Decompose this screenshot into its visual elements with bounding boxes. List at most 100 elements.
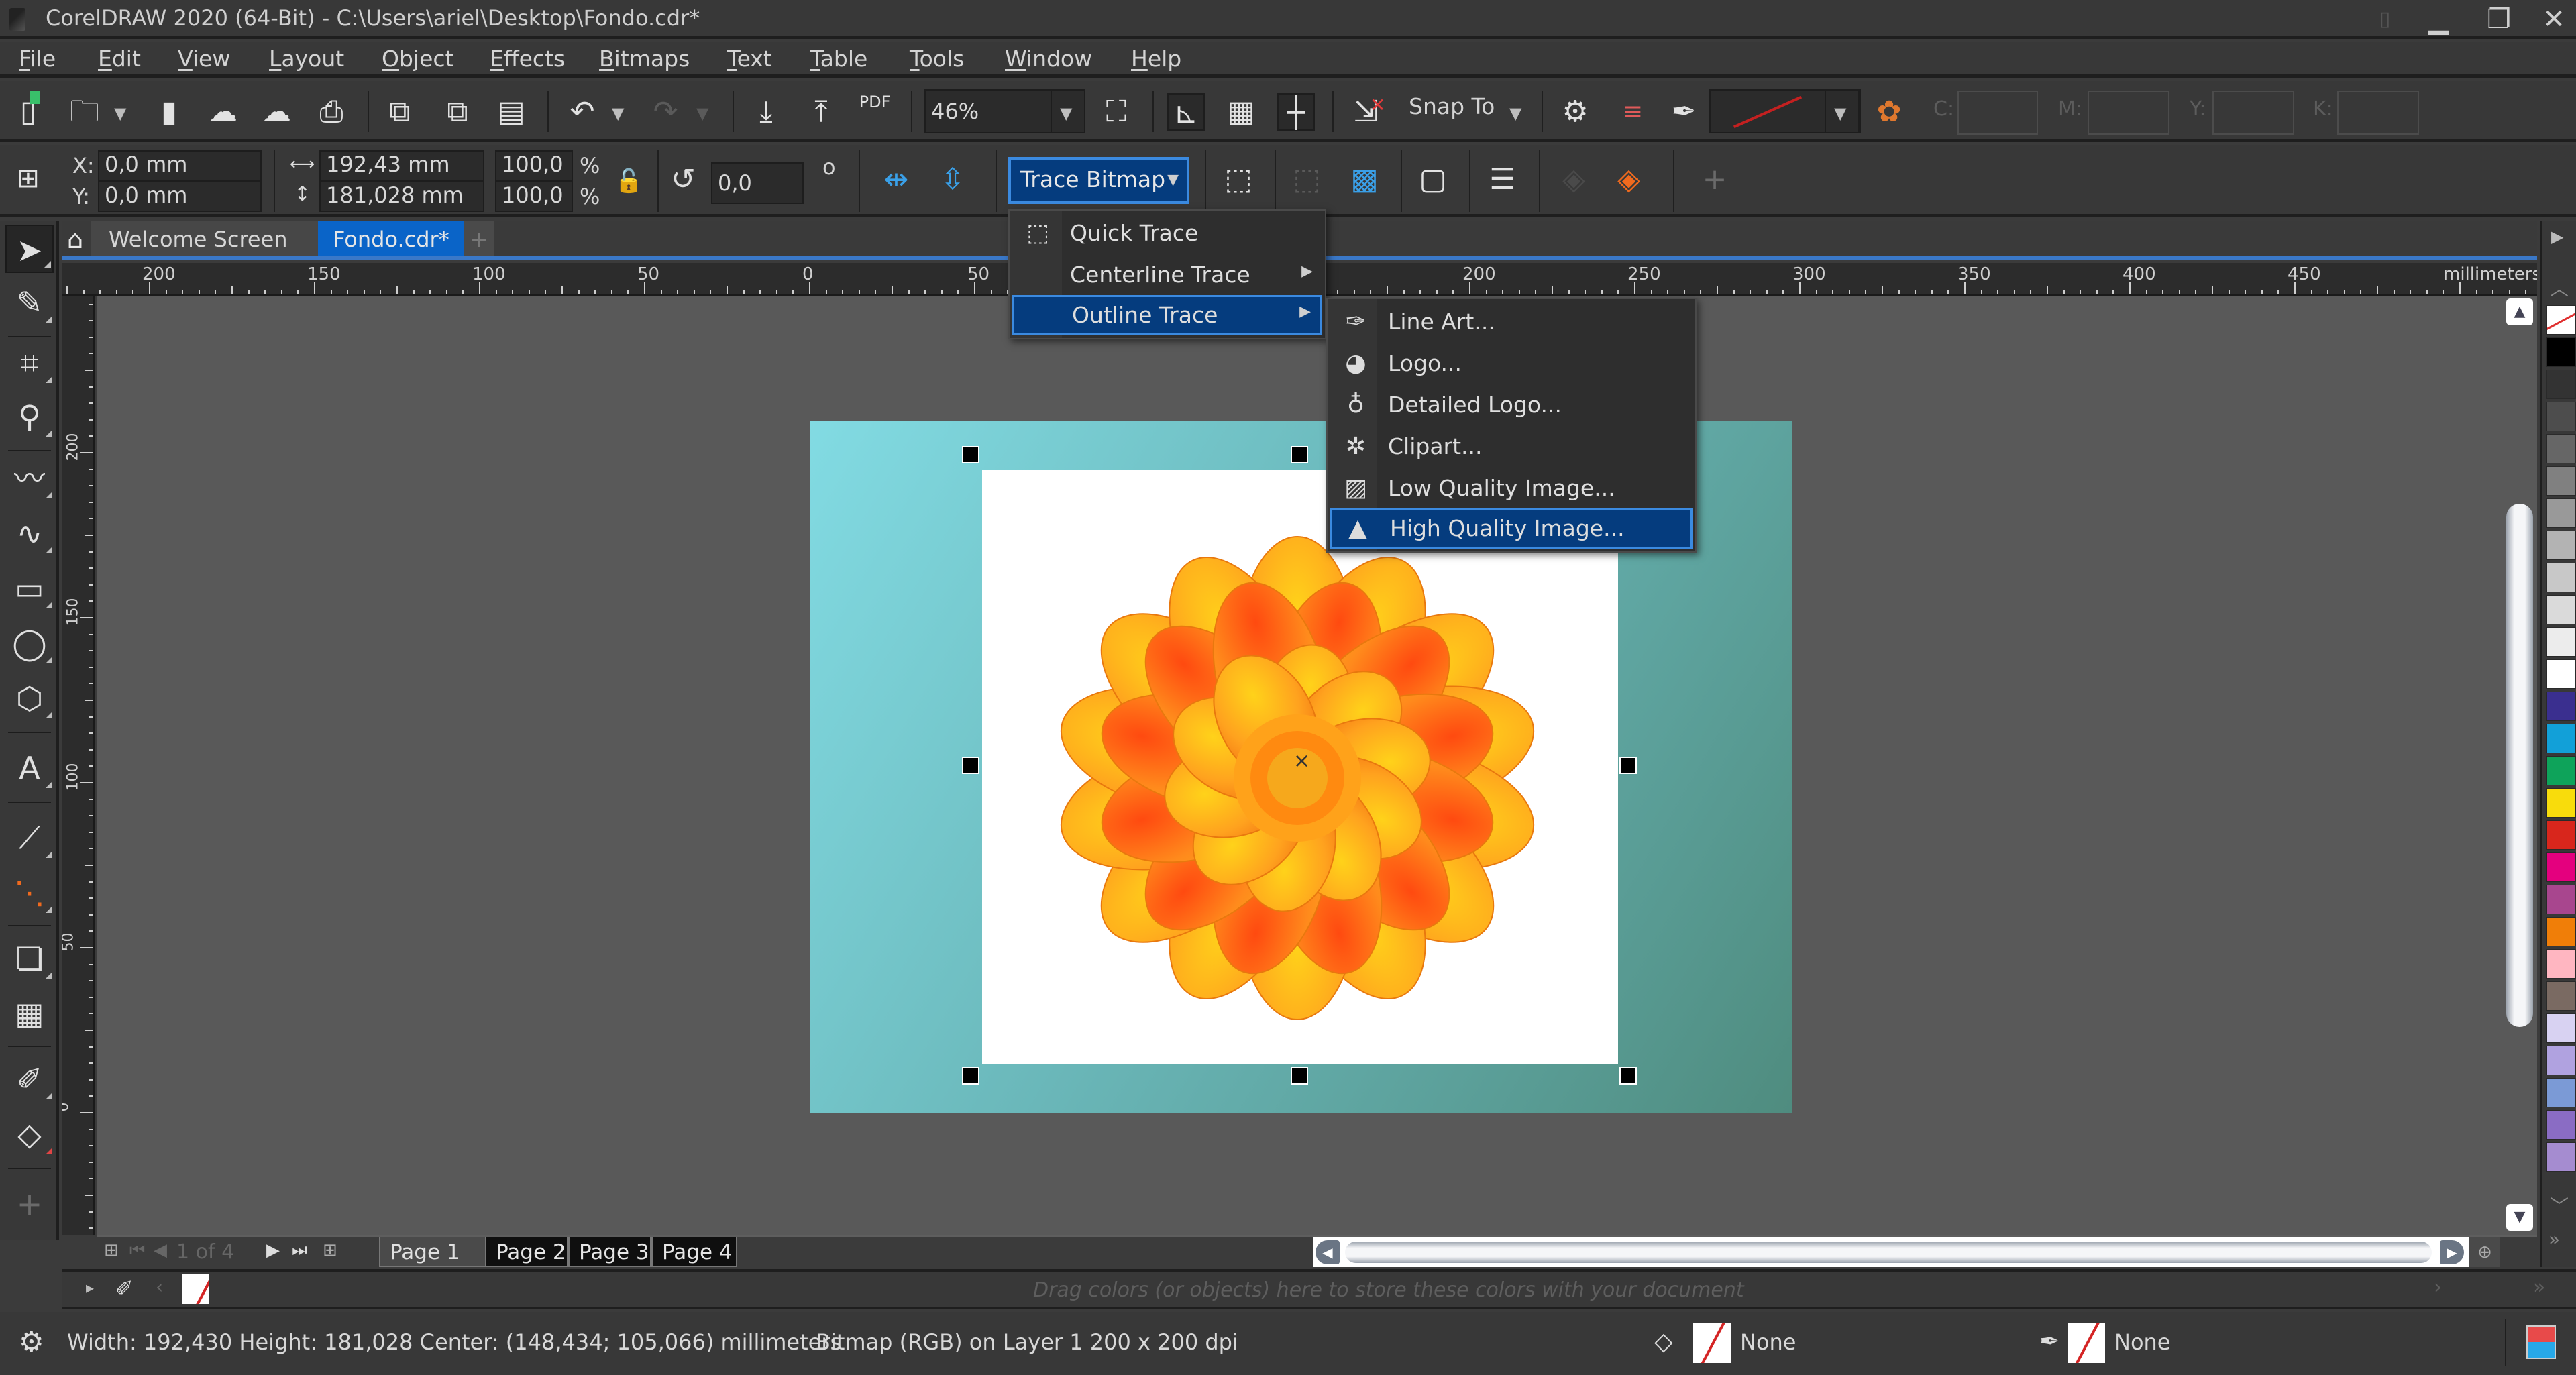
show-guidelines-icon[interactable]: ┼	[1277, 93, 1315, 131]
rectangle-tool[interactable]: ▭	[5, 564, 54, 612]
menu-effects[interactable]: Effects	[490, 46, 565, 72]
cut-icon[interactable]: ⧉	[381, 93, 419, 131]
cyan-input[interactable]	[1957, 91, 2038, 135]
palette-swatch[interactable]	[2546, 1142, 2576, 1172]
tab-fondo-cdr[interactable]: Fondo.cdr*	[318, 221, 464, 256]
cloud-upload-icon[interactable]: ☁	[258, 93, 295, 131]
menu-layout[interactable]: Layout	[269, 46, 344, 72]
palette-swatch[interactable]	[2546, 692, 2576, 721]
handle-bottom-center[interactable]	[1291, 1067, 1308, 1085]
no-color-swatch[interactable]	[2546, 305, 2576, 335]
wrap-text-icon[interactable]: ☰	[1484, 161, 1521, 199]
magenta-input[interactable]	[2088, 91, 2169, 135]
black-input[interactable]	[2337, 91, 2419, 135]
palette-menu-arrow-icon[interactable]: ▶	[2551, 227, 2563, 246]
menu-item-high-quality-image[interactable]: ▲ High Quality Image...	[1330, 508, 1693, 549]
page-tab-4[interactable]: Page 4	[651, 1238, 737, 1267]
shape-tool[interactable]: ✎	[5, 278, 54, 327]
color-mixer-icon[interactable]: ✿	[1870, 93, 1908, 131]
text-tool[interactable]: A	[5, 744, 54, 792]
crop-bitmap-icon[interactable]: ⬚	[1288, 161, 1326, 199]
handle-bottom-right[interactable]	[1619, 1067, 1637, 1085]
palette-swatch[interactable]	[2546, 981, 2576, 1011]
dimension-tool[interactable]: ⟋	[5, 814, 54, 862]
palette-swatch[interactable]	[2546, 788, 2576, 818]
palette-swatch[interactable]	[2546, 724, 2576, 753]
artistic-media-tool[interactable]: ∿	[5, 509, 54, 557]
undo-dropdown-icon[interactable]: ▼	[612, 104, 624, 123]
palette-swatch[interactable]	[2546, 627, 2576, 657]
add-page-before-icon[interactable]: ⊞	[104, 1240, 119, 1260]
edit-bitmap-icon[interactable]: ⬚	[1220, 161, 1257, 199]
menu-item-detailed-logo[interactable]: ♁ Detailed Logo...	[1330, 385, 1693, 425]
home-icon[interactable]: ⌂	[62, 226, 89, 253]
pick-tool[interactable]: ➤	[5, 225, 54, 273]
vertical-scroll-thumb[interactable]	[2506, 504, 2533, 1027]
redo-icon[interactable]: ↷	[647, 93, 684, 131]
new-tab-button[interactable]: +	[464, 221, 494, 256]
palette-swatch[interactable]	[2546, 820, 2576, 850]
x-position-input[interactable]: 0,0 mm	[98, 150, 262, 181]
menu-item-line-art[interactable]: ✑ Line Art...	[1330, 302, 1693, 342]
scroll-right-button[interactable]: ▶	[2440, 1240, 2464, 1264]
rotation-center-marker[interactable]: ×	[1293, 749, 1310, 773]
snap-to-button[interactable]: Snap To	[1409, 93, 1495, 119]
palette-swatch[interactable]	[2546, 563, 2576, 592]
menu-item-low-quality-image[interactable]: ▨ Low Quality Image...	[1330, 468, 1693, 508]
palette-scroll-down-icon[interactable]: ﹀	[2550, 1192, 2569, 1219]
palette-swatch[interactable]	[2546, 498, 2576, 528]
crop-tool[interactable]: ⌗	[5, 339, 54, 387]
bitmap-frame-icon[interactable]: ▢	[1414, 161, 1452, 199]
export-icon[interactable]: ⤒	[802, 93, 840, 131]
handle-top-left[interactable]	[962, 446, 979, 463]
new-document-icon[interactable]: ▯	[9, 91, 47, 131]
save-icon[interactable]: ▮	[150, 93, 188, 131]
color-proofing-icon[interactable]	[2526, 1325, 2556, 1359]
palette-swatch[interactable]	[2546, 595, 2576, 624]
y-position-input[interactable]: 0,0 mm	[98, 181, 262, 212]
menu-text[interactable]: Text	[727, 46, 772, 72]
menu-edit[interactable]: Edit	[98, 46, 141, 72]
show-rulers-icon[interactable]: ⊾	[1167, 93, 1205, 131]
scroll-down-button[interactable]: ▼	[2506, 1204, 2533, 1231]
docker-more-icon[interactable]: »	[2533, 1276, 2545, 1299]
snap-off-icon[interactable]: ⇲ ✕	[1347, 93, 1386, 131]
print-icon[interactable]: ⎙	[313, 93, 350, 131]
object-layers-icon[interactable]: ◈	[1610, 161, 1648, 199]
mirror-vertical-icon[interactable]: ⇳	[934, 161, 971, 199]
palette-swatch[interactable]	[2546, 337, 2576, 367]
menu-table[interactable]: Table	[810, 46, 867, 72]
menu-tools[interactable]: Tools	[910, 46, 964, 72]
handle-middle-right[interactable]	[1619, 757, 1637, 774]
cloud-download-icon[interactable]: ☁	[204, 93, 241, 131]
restore-button[interactable]: ❐	[2475, 3, 2522, 36]
page-tab-1[interactable]: Page 1	[379, 1238, 486, 1267]
vertical-ruler[interactable]: 200 150 100 50 0	[62, 296, 95, 1235]
zoom-dropdown-button[interactable]: ▼	[1051, 89, 1085, 133]
palette-swatch[interactable]	[2546, 885, 2576, 914]
object-height-input[interactable]: 181,028 mm	[319, 181, 484, 212]
docker-scroll-left-icon[interactable]: ‹	[156, 1276, 163, 1298]
page-tab-3[interactable]: Page 3	[568, 1238, 651, 1267]
palette-swatch[interactable]	[2546, 917, 2576, 946]
palette-swatch[interactable]	[2546, 402, 2576, 431]
full-screen-icon[interactable]: ⛶	[1097, 93, 1135, 131]
lock-ratio-icon[interactable]: 🔓	[614, 168, 643, 195]
palette-swatch[interactable]	[2546, 756, 2576, 785]
menu-view[interactable]: View	[178, 46, 230, 72]
palette-swatch[interactable]	[2546, 370, 2576, 399]
vertical-scrollbar[interactable]: ▲ ▼	[2501, 296, 2537, 1235]
color-styles-icon[interactable]: ≡	[1614, 93, 1652, 131]
next-page-icon[interactable]: ▶	[266, 1240, 280, 1260]
interactive-fill-tool[interactable]: ◇	[5, 1110, 54, 1158]
show-grid-icon[interactable]: ▦	[1222, 93, 1260, 131]
polygon-tool[interactable]: ⬡	[5, 674, 54, 722]
menu-object[interactable]: Object	[382, 46, 454, 72]
scroll-up-button[interactable]: ▲	[2506, 298, 2533, 325]
page-tab-2[interactable]: Page 2	[485, 1238, 568, 1267]
menu-bitmaps[interactable]: Bitmaps	[599, 46, 690, 72]
palette-swatch[interactable]	[2546, 852, 2576, 882]
scroll-left-button[interactable]: ◀	[1316, 1240, 1340, 1264]
no-color-swatch[interactable]	[182, 1274, 209, 1304]
options-gear-icon[interactable]: ⚙	[1556, 93, 1594, 131]
